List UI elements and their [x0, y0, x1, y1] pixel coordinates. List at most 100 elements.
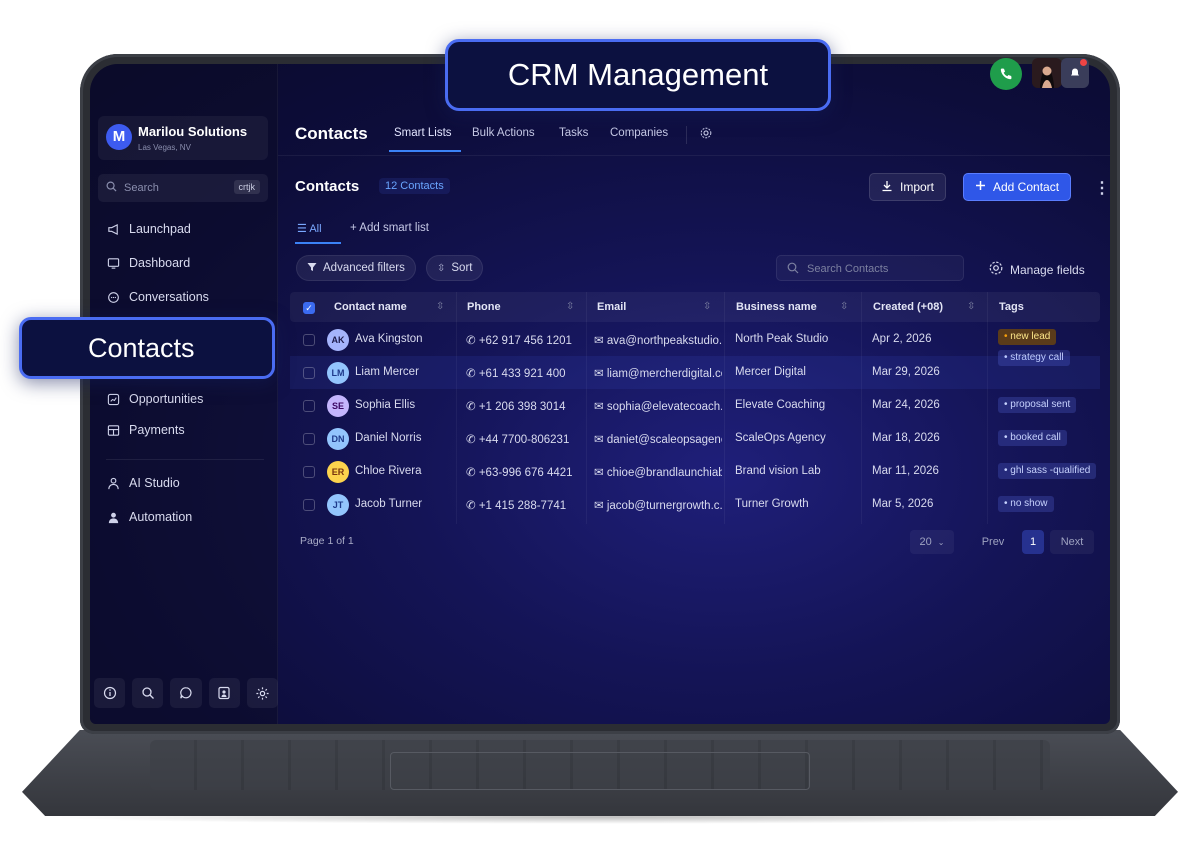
- contacts-count-badge: 12 Contacts: [379, 178, 450, 194]
- created-date: Mar 5, 2026: [872, 498, 934, 510]
- add-contact-button[interactable]: Add Contact: [963, 173, 1072, 201]
- sort-arrows-icon[interactable]: ⇳: [566, 301, 574, 312]
- contact-name[interactable]: Jacob Turner: [355, 498, 451, 510]
- search-contacts-placeholder: Search Contacts: [807, 263, 889, 275]
- sidebar-item-dashboard[interactable]: Dashboard: [106, 252, 190, 274]
- business-name: Elevate Coaching: [735, 399, 826, 411]
- row-checkbox[interactable]: [303, 466, 315, 478]
- sort-arrows-icon[interactable]: ⇳: [840, 301, 848, 312]
- manage-fields-button[interactable]: Manage fields: [988, 260, 1085, 279]
- sort-arrows-icon[interactable]: ⇳: [967, 301, 975, 312]
- search-icon[interactable]: [132, 678, 164, 708]
- business-name: North Peak Studio: [735, 333, 829, 345]
- contact-name[interactable]: Daniel Norris: [355, 432, 451, 444]
- contact-name[interactable]: Chloe Rivera: [355, 465, 451, 477]
- more-options-icon[interactable]: ⋮: [1094, 178, 1110, 198]
- tab-settings-gear-icon[interactable]: [699, 126, 713, 145]
- laptop-mockup: M Marilou Solutions Las Vegas, NV Search…: [0, 0, 1200, 864]
- next-page-button[interactable]: Next: [1050, 530, 1094, 554]
- tag-badge[interactable]: • new lead: [998, 329, 1057, 345]
- table-row[interactable]: DN Daniel Norris ✆ +44 7700-806231 ✉ dan…: [290, 422, 1100, 455]
- column-created[interactable]: Created (+08): [873, 301, 943, 313]
- notifications-button[interactable]: [1061, 58, 1089, 88]
- tab-tasks[interactable]: Tasks: [559, 127, 588, 139]
- info-icon[interactable]: [94, 678, 126, 708]
- contact-card-icon[interactable]: [208, 678, 240, 708]
- page-number-button[interactable]: 1: [1022, 530, 1044, 554]
- import-button[interactable]: Import: [869, 173, 947, 201]
- users-icon: [106, 510, 120, 524]
- column-phone[interactable]: Phone: [467, 301, 501, 313]
- contact-name[interactable]: Ava Kingston: [355, 333, 451, 345]
- tab-smart-lists[interactable]: Smart Lists: [394, 127, 452, 139]
- settings-gear-icon[interactable]: [246, 678, 279, 708]
- row-checkbox[interactable]: [303, 433, 315, 445]
- smart-list-all[interactable]: ☰ All: [297, 222, 322, 235]
- tag-label: no show: [1010, 498, 1048, 509]
- row-checkbox[interactable]: [303, 400, 315, 412]
- sort-arrows-icon[interactable]: ⇳: [703, 301, 711, 312]
- table-row[interactable]: ER Chloe Rivera ✆ +63-996 676 4421 ✉ chi…: [290, 455, 1100, 488]
- search-icon: [787, 262, 799, 277]
- column-email[interactable]: Email: [597, 301, 626, 313]
- import-label: Import: [900, 180, 935, 194]
- phone-call-button[interactable]: [990, 58, 1022, 90]
- search-contacts-input[interactable]: Search Contacts: [776, 255, 964, 281]
- chevron-down-icon: ⌄: [937, 537, 945, 547]
- sort-label: Sort: [451, 262, 473, 274]
- sidebar-item-automation[interactable]: Automation: [106, 506, 192, 528]
- sidebar-item-launchpad[interactable]: Launchpad: [106, 218, 191, 240]
- prev-page-button[interactable]: Prev: [968, 530, 1018, 554]
- sidebar-item-ai-studio[interactable]: AI Studio: [106, 472, 180, 494]
- table-row[interactable]: LM Liam Mercer ✆ +61 433 921 400 ✉ liam@…: [290, 356, 1100, 389]
- tab-bulk-actions[interactable]: Bulk Actions: [472, 127, 535, 139]
- phone-icon: ✆: [466, 335, 479, 347]
- org-switcher[interactable]: M Marilou Solutions Las Vegas, NV: [98, 116, 268, 160]
- tag-badge[interactable]: • proposal sent: [998, 397, 1077, 413]
- column-business-name[interactable]: Business name: [736, 301, 817, 313]
- row-checkbox[interactable]: [303, 499, 315, 511]
- column-tags[interactable]: Tags: [999, 301, 1024, 313]
- sort-icon: ⇳: [437, 262, 446, 274]
- per-page-select[interactable]: 20 ⌄: [910, 530, 954, 554]
- crm-management-callout: CRM Management: [445, 39, 831, 111]
- sort-arrows-icon[interactable]: ⇳: [436, 301, 444, 312]
- mail-icon: ✉: [594, 467, 607, 479]
- tab-companies[interactable]: Companies: [610, 127, 668, 139]
- chat-icon[interactable]: [170, 678, 202, 708]
- table-row[interactable]: JT Jacob Turner ✆ +1 415 288-7741 ✉ jaco…: [290, 488, 1100, 521]
- phone-cell: ✆ +62 917 456 1201: [466, 333, 584, 347]
- column-contact-name[interactable]: Contact name: [334, 301, 407, 313]
- user-avatar[interactable]: [1032, 58, 1062, 88]
- phone-value: +1 206 398 3014: [478, 401, 566, 413]
- advanced-filters-button[interactable]: Advanced filters: [296, 255, 416, 281]
- phone-value: +61 433 921 400: [478, 368, 566, 380]
- sidebar-item-opportunities[interactable]: Opportunities: [106, 388, 203, 410]
- email-value: ava@northpeakstudio.: [606, 335, 722, 347]
- monitor-icon: [106, 256, 120, 270]
- table-row[interactable]: SE Sophia Ellis ✆ +1 206 398 3014 ✉ soph…: [290, 389, 1100, 422]
- row-checkbox[interactable]: [303, 334, 315, 346]
- sidebar-search[interactable]: Search crtjk: [98, 174, 268, 202]
- select-all-checkbox[interactable]: ✓: [303, 302, 315, 314]
- active-tab-indicator: [389, 150, 461, 152]
- sidebar-item-label: Launchpad: [129, 222, 191, 236]
- contact-name[interactable]: Sophia Ellis: [355, 399, 451, 411]
- sidebar-item-payments[interactable]: Payments: [106, 419, 185, 441]
- mail-icon: ✉: [594, 500, 607, 512]
- tag-badge[interactable]: • no show: [998, 496, 1054, 512]
- contact-name[interactable]: Liam Mercer: [355, 366, 451, 378]
- tag-badge[interactable]: • booked call: [998, 430, 1067, 446]
- sort-button[interactable]: ⇳ Sort: [426, 255, 484, 281]
- sidebar-item-conversations[interactable]: Conversations: [106, 286, 209, 308]
- sidebar-bottom-toolbar: [90, 678, 279, 708]
- phone-icon: ✆: [466, 467, 479, 479]
- mail-icon: ✉: [594, 401, 607, 413]
- plus-icon: +: [350, 222, 360, 234]
- row-checkbox[interactable]: [303, 367, 315, 379]
- add-smart-list-button[interactable]: + Add smart list: [350, 222, 429, 234]
- table-row[interactable]: AK Ava Kingston ✆ +62 917 456 1201 ✉ ava…: [290, 323, 1100, 366]
- business-name: Brand vision Lab: [735, 465, 821, 477]
- download-icon: [881, 180, 893, 195]
- tag-badge[interactable]: • ghl sass -qualified: [998, 463, 1097, 479]
